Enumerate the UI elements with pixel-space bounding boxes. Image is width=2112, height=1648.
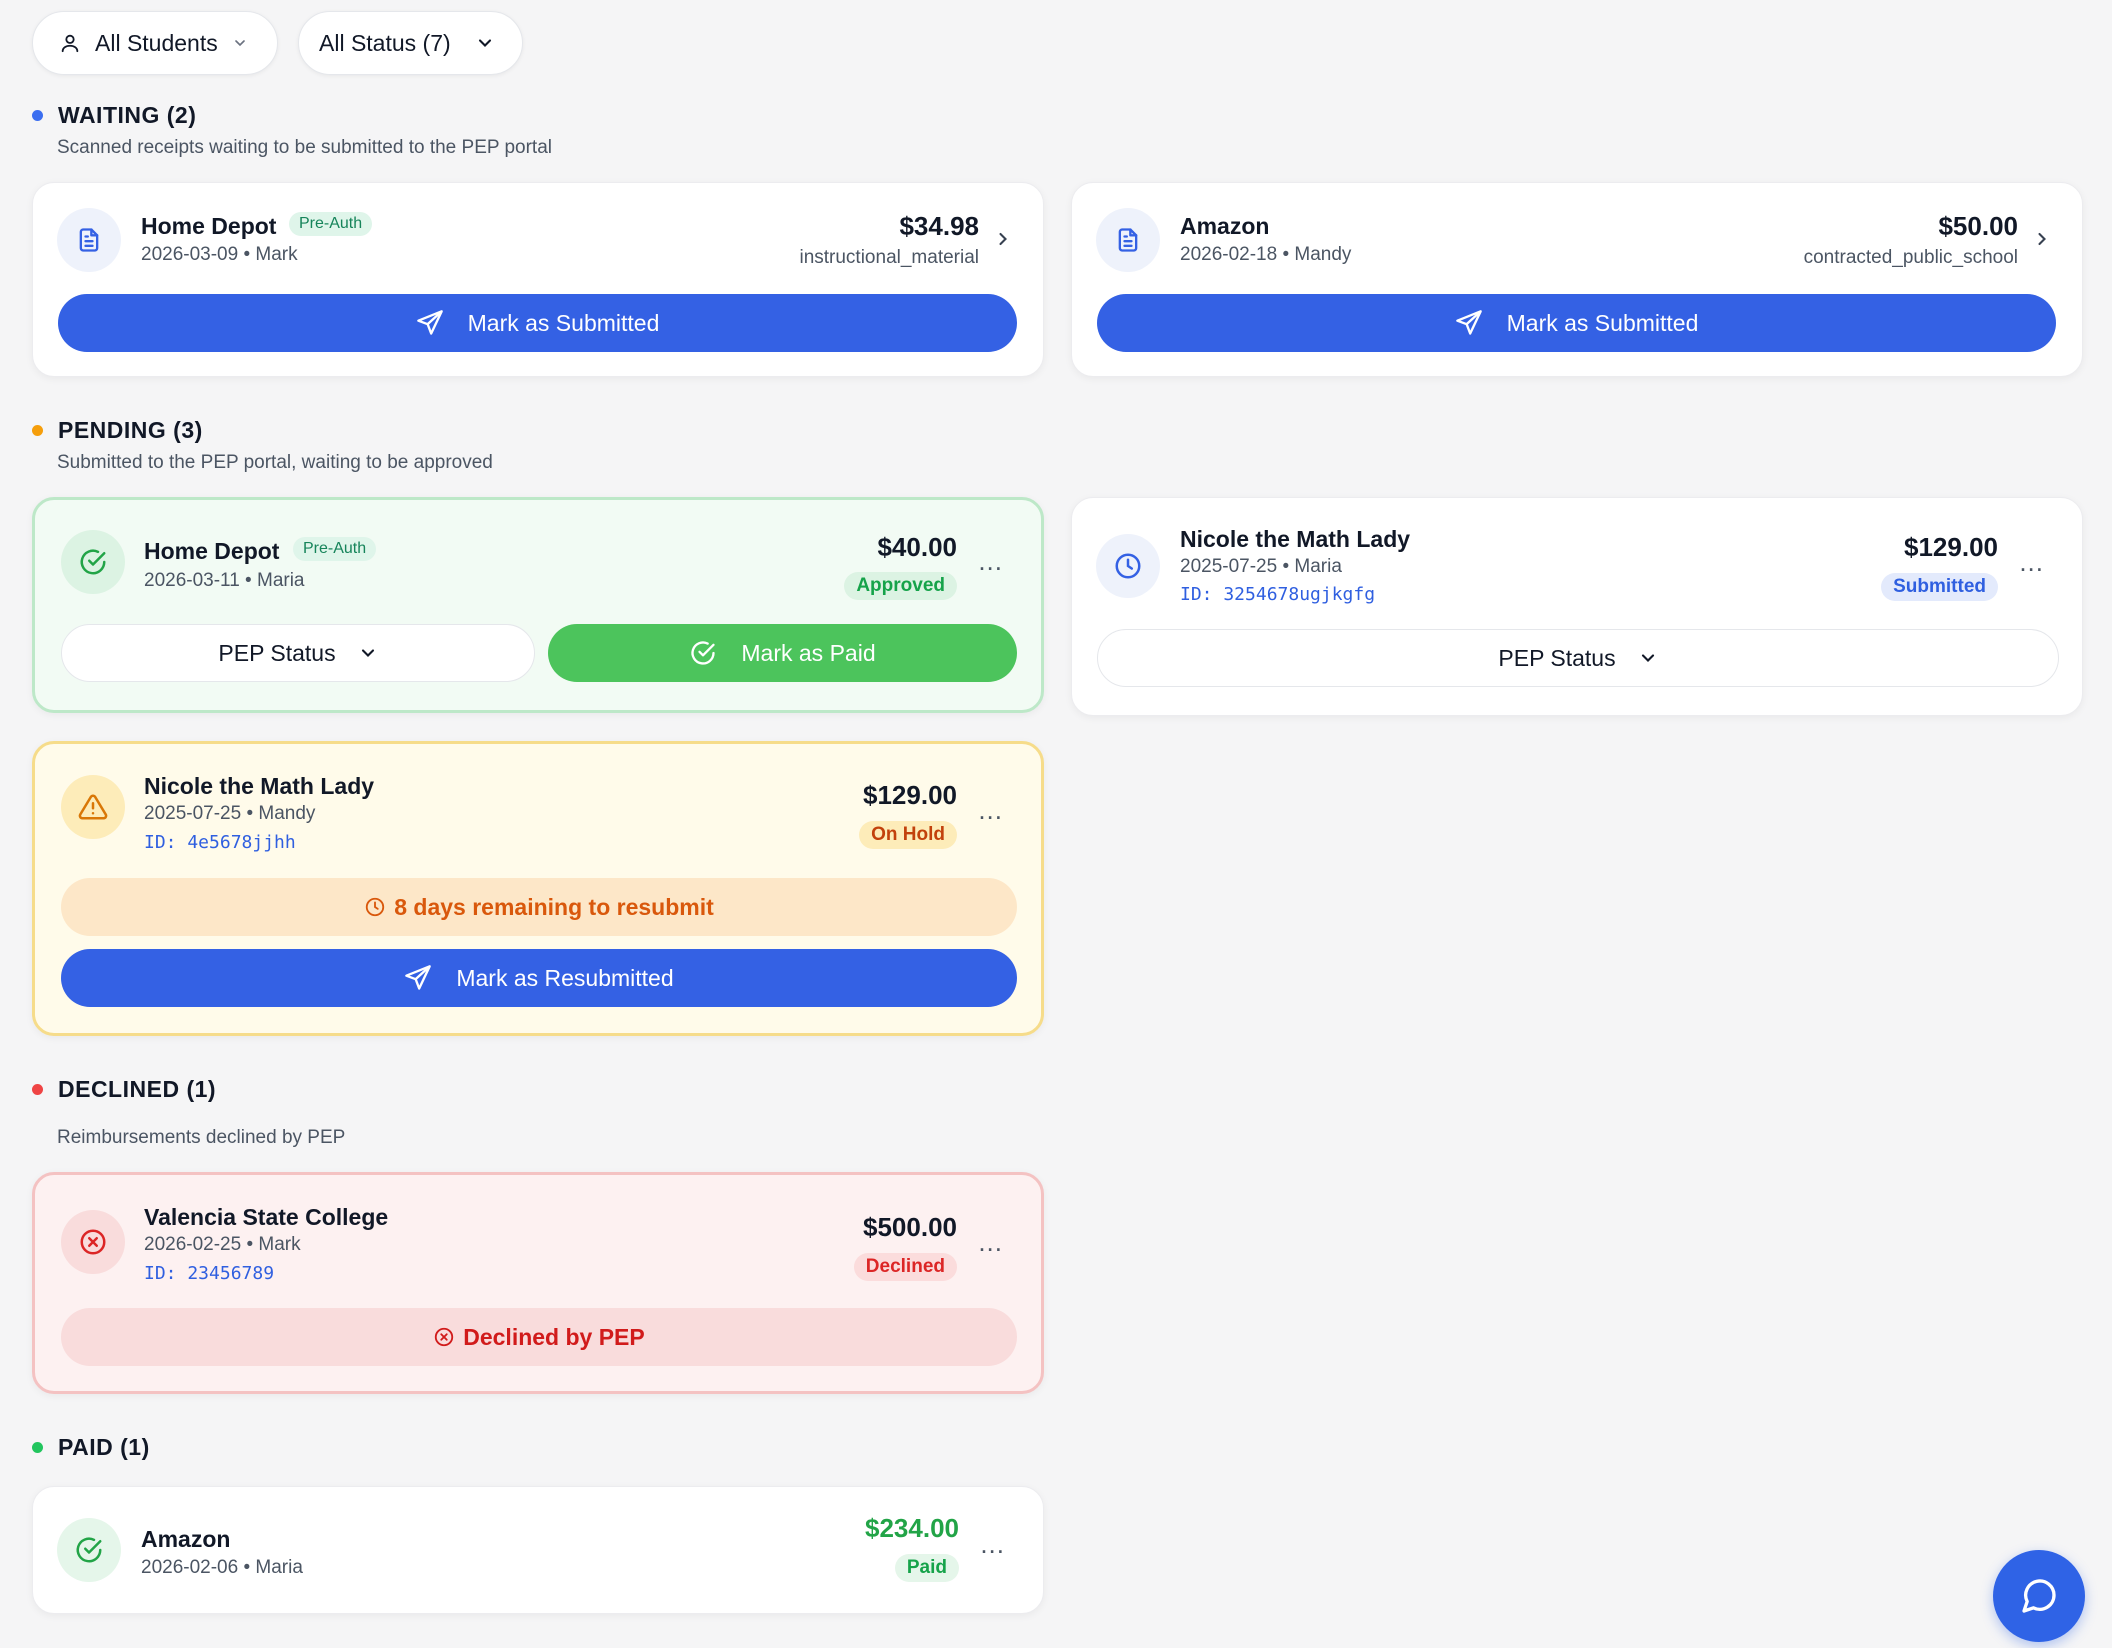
declined-card: Valencia State College 2026-02-25 • Mark… xyxy=(32,1172,1044,1394)
receipt-meta: 2026-02-18 • Mandy xyxy=(1180,244,1352,265)
pending-card-submitted: Nicole the Math Lady 2025-07-25 • Maria … xyxy=(1071,497,2083,716)
document-icon xyxy=(57,208,121,272)
receipt-category: contracted_public_school xyxy=(1803,247,2018,268)
receipt-amount: $500.00 xyxy=(863,1212,957,1242)
status-badge: On Hold xyxy=(859,821,957,849)
send-icon xyxy=(405,965,432,990)
merchant-name: Amazon xyxy=(1180,213,1270,239)
receipt-id: ID: 23456789 xyxy=(144,1263,275,1284)
mark-as-submitted-button[interactable]: Mark as Submitted xyxy=(1097,294,2056,352)
merchant-name: Nicole the Math Lady xyxy=(1180,526,1411,552)
pending-card-approved: Home Depot Pre-Auth 2026-03-11 • Maria $… xyxy=(32,497,1044,713)
declined-dot xyxy=(32,1084,43,1095)
student-filter-label: All Students xyxy=(95,29,218,56)
status-filter-dropdown[interactable]: All Status (7) xyxy=(298,11,523,75)
merchant-name: Valencia State College xyxy=(144,1204,389,1230)
status-badge: Paid xyxy=(894,1554,959,1582)
user-icon xyxy=(61,34,79,53)
check-circle-icon xyxy=(691,641,716,665)
chevron-down-icon xyxy=(234,40,245,47)
receipt-category: instructional_material xyxy=(799,247,979,268)
waiting-dot xyxy=(32,110,43,121)
clock-icon xyxy=(366,897,385,917)
receipt-meta: 2026-03-09 • Mark xyxy=(141,244,298,265)
merchant-name: Nicole the Math Lady xyxy=(144,773,375,799)
receipt-amount: $40.00 xyxy=(877,532,957,562)
receipt-amount: $129.00 xyxy=(863,780,957,810)
pending-dot xyxy=(32,425,43,436)
more-options-icon[interactable]: ... xyxy=(978,1229,1003,1255)
resubmit-deadline-notice: 8 days remaining to resubmit xyxy=(61,878,1017,936)
status-badge: Approved xyxy=(844,572,957,600)
student-filter-dropdown[interactable]: All Students xyxy=(32,11,278,75)
receipt-meta: 2026-03-11 • Maria xyxy=(144,570,305,591)
receipt-meta: 2025-07-25 • Maria xyxy=(1180,556,1342,577)
paid-section-title: PAID (1) xyxy=(32,1434,150,1461)
send-icon xyxy=(1455,310,1482,335)
mark-as-paid-button[interactable]: Mark as Paid xyxy=(548,624,1017,682)
waiting-card: Home Depot Pre-Auth 2026-03-09 • Mark $3… xyxy=(32,182,1044,377)
status-badge: Declined xyxy=(853,1253,957,1281)
chat-bubble-icon xyxy=(2022,1579,2056,1613)
chevron-down-icon xyxy=(361,649,374,657)
chevron-right-icon[interactable] xyxy=(993,227,1013,251)
check-circle-icon xyxy=(57,1518,121,1582)
chat-button[interactable] xyxy=(1993,1550,2085,1642)
receipt-amount: $129.00 xyxy=(1904,532,1998,562)
waiting-section-subtitle: Scanned receipts waiting to be submitted… xyxy=(57,137,553,158)
receipt-amount: $34.98 xyxy=(899,211,979,241)
receipt-id: ID: 4e5678jjhh xyxy=(144,832,296,853)
more-options-icon[interactable]: ... xyxy=(980,1531,1005,1557)
check-circle-icon xyxy=(61,530,125,594)
pending-card-on-hold: Nicole the Math Lady 2025-07-25 • Mandy … xyxy=(32,741,1044,1036)
pre-auth-badge: Pre-Auth xyxy=(289,212,373,236)
receipt-amount: $50.00 xyxy=(1938,211,2018,241)
declined-notice: Declined by PEP xyxy=(61,1308,1017,1366)
receipt-id: ID: 3254678ugjkgfg xyxy=(1180,584,1376,605)
chevron-right-icon[interactable] xyxy=(2032,227,2052,251)
chevron-down-icon xyxy=(1641,654,1654,662)
merchant-name: Home Depot xyxy=(141,213,277,239)
more-options-icon[interactable]: ... xyxy=(978,797,1003,823)
paid-card: Amazon 2026-02-06 • Maria $234.00 Paid .… xyxy=(32,1486,1044,1614)
status-badge: Submitted xyxy=(1881,573,1998,601)
x-circle-icon xyxy=(435,1327,454,1347)
waiting-card: Amazon 2026-02-18 • Mandy $50.00 contrac… xyxy=(1071,182,2083,377)
waiting-section-title: WAITING (2) xyxy=(32,102,196,129)
mark-as-submitted-button[interactable]: Mark as Submitted xyxy=(58,294,1017,352)
clock-icon xyxy=(1096,534,1160,598)
receipt-amount: $234.00 xyxy=(865,1513,959,1543)
pre-auth-badge: Pre-Auth xyxy=(293,537,377,561)
pending-section-title: PENDING (3) xyxy=(32,417,203,444)
document-icon xyxy=(1096,208,1160,272)
declined-section-subtitle: Reimbursements declined by PEP xyxy=(57,1127,346,1148)
merchant-name: Amazon xyxy=(141,1526,231,1552)
chevron-down-icon xyxy=(478,39,491,47)
receipt-meta: 2026-02-25 • Mark xyxy=(144,1234,301,1255)
status-filter-label: All Status (7) xyxy=(319,29,451,56)
receipt-meta: 2026-02-06 • Maria xyxy=(141,1557,303,1578)
receipt-meta: 2025-07-25 • Mandy xyxy=(144,803,316,824)
x-circle-icon xyxy=(61,1210,125,1274)
send-icon xyxy=(416,310,443,335)
mark-as-resubmitted-button[interactable]: Mark as Resubmitted xyxy=(61,949,1017,1007)
warning-icon xyxy=(61,775,125,839)
more-options-icon[interactable]: ... xyxy=(2019,549,2044,575)
merchant-name: Home Depot xyxy=(144,538,280,564)
pep-status-dropdown[interactable]: PEP Status xyxy=(1097,629,2059,687)
pep-status-dropdown[interactable]: PEP Status xyxy=(61,624,535,682)
declined-section-title: DECLINED (1) xyxy=(32,1076,216,1103)
paid-dot xyxy=(32,1442,43,1453)
pending-section-subtitle: Submitted to the PEP portal, waiting to … xyxy=(57,452,493,473)
more-options-icon[interactable]: ... xyxy=(978,548,1003,574)
